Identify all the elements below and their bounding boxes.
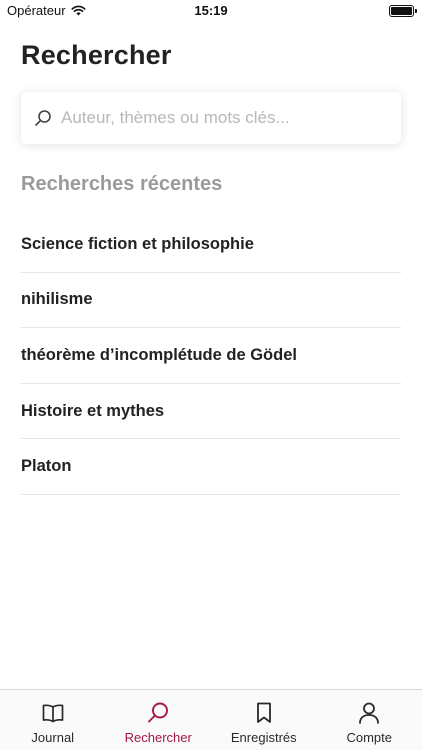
- person-icon: [359, 702, 380, 724]
- recent-search-item[interactable]: Science fiction et philosophie: [21, 217, 401, 273]
- tab-bar: Journal Rechercher Enregistrés Compte: [0, 689, 422, 750]
- tab-compte[interactable]: Compte: [317, 690, 422, 750]
- tab-journal[interactable]: Journal: [0, 690, 106, 750]
- status-time: 15:19: [194, 3, 228, 18]
- page-title: Rechercher: [21, 40, 172, 70]
- recent-searches-title: Recherches récentes: [21, 173, 223, 195]
- recent-search-item[interactable]: nihilisme: [21, 273, 401, 329]
- book-icon: [42, 704, 64, 723]
- recent-search-item[interactable]: théorème d’incomplétude de Gödel: [21, 328, 401, 384]
- tab-rechercher[interactable]: Rechercher: [106, 690, 212, 750]
- search-icon: [148, 702, 169, 723]
- tab-label: Rechercher: [124, 730, 192, 745]
- bookmark-icon: [256, 702, 271, 723]
- search-box[interactable]: [21, 92, 401, 144]
- tab-label: Compte: [346, 730, 393, 745]
- tab-label: Journal: [31, 730, 75, 745]
- recent-searches-list: Science fiction et philosophie nihilisme…: [21, 217, 401, 495]
- search-input[interactable]: [61, 108, 381, 128]
- recent-search-item[interactable]: Platon: [21, 439, 401, 495]
- search-icon: [35, 110, 51, 126]
- tab-label: Enregistrés: [230, 730, 297, 745]
- status-bar: Opérateur 15:19: [0, 0, 422, 22]
- recent-search-item[interactable]: Histoire et mythes: [21, 384, 401, 440]
- tab-enregistres[interactable]: Enregistrés: [211, 690, 317, 750]
- battery-icon: [389, 5, 417, 17]
